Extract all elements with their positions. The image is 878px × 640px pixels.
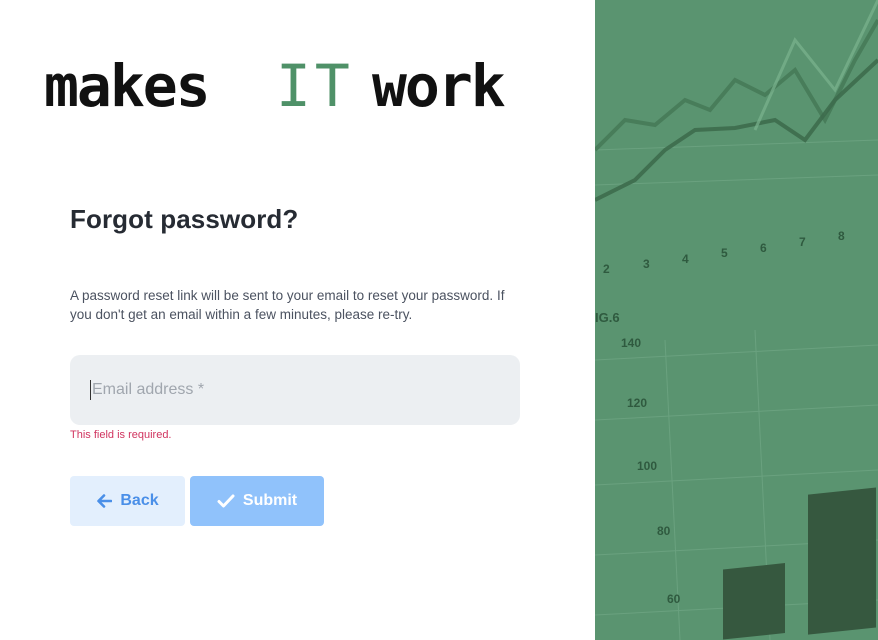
y-tick-label: 140 bbox=[621, 336, 642, 350]
email-error-message: This field is required. bbox=[70, 429, 172, 441]
page-title: Forgot password? bbox=[70, 204, 299, 234]
decorative-chart-background: 2 3 4 5 6 7 8 IG.6 140 120 100 80 60 bbox=[595, 0, 878, 640]
check-icon bbox=[217, 493, 235, 509]
logo-text-makes: makes bbox=[44, 62, 209, 112]
back-button[interactable]: Back bbox=[70, 476, 185, 526]
y-tick-label: 80 bbox=[657, 524, 671, 538]
x-tick-label: 3 bbox=[643, 257, 650, 271]
y-tick-label: 120 bbox=[627, 396, 648, 410]
logo-text-work: work bbox=[372, 62, 505, 112]
logo: makes IT work bbox=[44, 62, 544, 112]
y-tick-label: 60 bbox=[667, 592, 681, 606]
x-tick-label: 5 bbox=[721, 246, 728, 260]
email-field-container[interactable] bbox=[70, 355, 520, 425]
x-tick-label: 2 bbox=[603, 262, 610, 276]
reset-description: A password reset link will be sent to yo… bbox=[70, 288, 505, 322]
logo-wordmark: makes IT work bbox=[44, 62, 507, 112]
email-field[interactable] bbox=[92, 370, 492, 410]
page: makes IT work Forgot password? A passwor… bbox=[0, 0, 878, 640]
x-tick-label: 7 bbox=[799, 235, 806, 249]
figure-label: IG.6 bbox=[595, 310, 620, 325]
submit-button-label: Submit bbox=[242, 492, 298, 509]
text-caret bbox=[90, 380, 91, 400]
x-tick-label: 6 bbox=[760, 241, 767, 255]
x-tick-label: 4 bbox=[682, 252, 689, 266]
logo-text-it: IT bbox=[276, 62, 354, 112]
login-panel: makes IT work Forgot password? A passwor… bbox=[0, 0, 595, 640]
x-tick-label: 8 bbox=[838, 229, 845, 243]
arrow-left-icon bbox=[96, 493, 113, 509]
back-button-label: Back bbox=[120, 492, 159, 509]
background-chart-image bbox=[595, 0, 878, 640]
submit-button[interactable]: Submit bbox=[190, 476, 324, 526]
y-tick-label: 100 bbox=[637, 459, 658, 473]
